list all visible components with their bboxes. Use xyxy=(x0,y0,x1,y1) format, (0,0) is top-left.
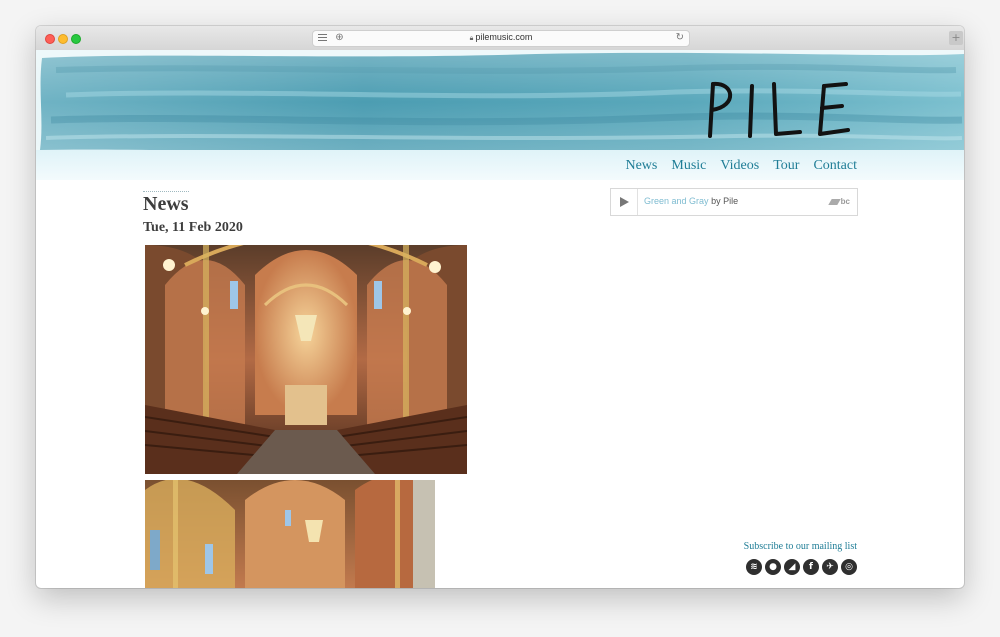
close-window-button[interactable] xyxy=(45,34,55,44)
address-bar[interactable]: ⊕ 🔒︎ pilemusic.com ↻ xyxy=(312,30,690,47)
title-bar: ⊕ 🔒︎ pilemusic.com ↻ + xyxy=(36,26,964,51)
cathedral-interior-image-2 xyxy=(145,480,435,588)
url-text: 🔒︎ pilemusic.com xyxy=(313,32,689,43)
track-artist: by Pile xyxy=(711,196,739,206)
url-label: pilemusic.com xyxy=(475,32,533,42)
bandcamp-logo-text: bc xyxy=(840,197,850,206)
instagram-icon[interactable]: ◎ xyxy=(841,559,857,575)
cathedral-photo-1[interactable] xyxy=(145,245,467,474)
cathedral-interior-image xyxy=(145,245,467,474)
cathedral-photo-2[interactable] xyxy=(145,480,435,588)
apple-icon[interactable]: ● xyxy=(765,559,781,575)
spotify-icon[interactable]: ≋ xyxy=(746,559,762,575)
nav-link-news[interactable]: News xyxy=(625,158,657,174)
bandcamp-player: Green and Gray by Pile bc xyxy=(610,188,858,216)
track-info: Green and Gray by Pile xyxy=(644,196,738,206)
facebook-icon[interactable]: f xyxy=(803,559,819,575)
play-button[interactable] xyxy=(611,189,638,215)
bandcamp-icon[interactable]: ◢ xyxy=(784,559,800,575)
bandcamp-icon xyxy=(827,198,841,205)
post-date: Tue, 11 Feb 2020 xyxy=(143,220,243,235)
site-banner xyxy=(36,50,964,154)
browser-window: ⊕ 🔒︎ pilemusic.com ↻ + News Music Videos… xyxy=(36,26,964,588)
twitter-icon[interactable]: ✈ xyxy=(822,559,838,575)
site-logo[interactable] xyxy=(704,80,854,145)
nav-link-videos[interactable]: Videos xyxy=(720,158,759,174)
pile-logo-image xyxy=(708,81,850,138)
new-tab-button[interactable]: + xyxy=(949,31,963,45)
play-icon xyxy=(620,197,629,207)
bandcamp-logo[interactable]: bc xyxy=(827,197,850,206)
social-links: ≋ ● ◢ f ✈ ◎ xyxy=(746,559,857,575)
lock-icon: 🔒︎ xyxy=(469,35,474,42)
nav-link-tour[interactable]: Tour xyxy=(773,158,799,174)
track-title-link[interactable]: Green and Gray xyxy=(644,196,709,206)
page-title: News xyxy=(143,191,189,215)
reload-icon[interactable]: ↻ xyxy=(676,32,684,43)
nav-link-music[interactable]: Music xyxy=(671,158,706,174)
mailing-list-link[interactable]: Subscribe to our mailing list xyxy=(744,541,857,552)
zoom-window-button[interactable] xyxy=(71,34,81,44)
main-nav: News Music Videos Tour Contact xyxy=(625,158,857,174)
minimize-window-button[interactable] xyxy=(58,34,68,44)
nav-link-contact[interactable]: Contact xyxy=(813,158,857,174)
